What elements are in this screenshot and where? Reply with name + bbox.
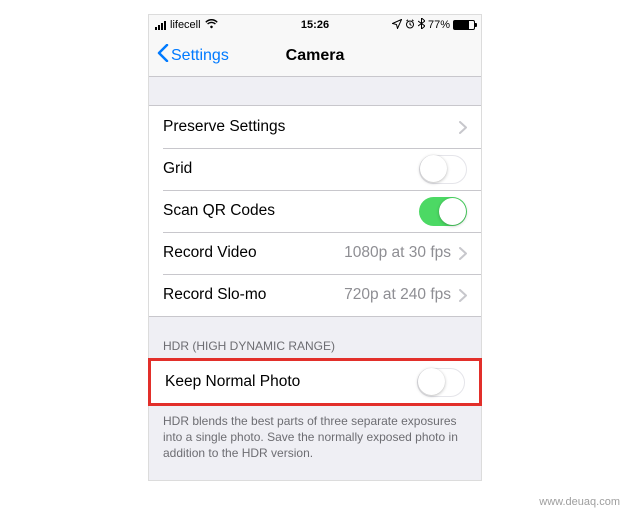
row-label: Keep Normal Photo (165, 373, 300, 391)
nav-bar: Settings Camera (149, 35, 481, 77)
chevron-right-icon (459, 247, 467, 260)
row-label: Preserve Settings (163, 118, 285, 136)
chevron-right-icon (459, 121, 467, 134)
row-keep-normal-photo: Keep Normal Photo (151, 361, 479, 403)
wifi-icon (205, 19, 218, 32)
battery-icon (453, 20, 475, 30)
back-button[interactable]: Settings (157, 44, 229, 67)
row-preserve-settings[interactable]: Preserve Settings (149, 106, 481, 148)
row-value: 1080p at 30 fps (344, 244, 451, 262)
row-label: Record Video (163, 244, 257, 262)
row-label: Scan QR Codes (163, 202, 275, 220)
row-record-video[interactable]: Record Video 1080p at 30 fps (149, 232, 481, 274)
settings-group-main: Preserve Settings Grid Scan QR Codes Rec… (149, 105, 481, 317)
page-title: Camera (286, 47, 345, 65)
row-value: 720p at 240 fps (344, 286, 451, 304)
keep-normal-photo-toggle[interactable] (417, 368, 465, 397)
row-label: Record Slo-mo (163, 286, 266, 304)
status-bar: lifecell 15:26 77% (149, 15, 481, 35)
alarm-icon (405, 19, 415, 32)
battery-percent: 77% (428, 19, 450, 31)
hdr-section-header: HDR (HIGH DYNAMIC RANGE) (149, 317, 481, 359)
clock: 15:26 (301, 19, 329, 31)
camera-settings-screen: lifecell 15:26 77% Settings (148, 14, 482, 481)
row-label: Grid (163, 160, 192, 178)
scan-qr-toggle[interactable] (419, 197, 467, 226)
signal-bars-icon (155, 21, 166, 30)
chevron-left-icon (157, 44, 169, 67)
back-label: Settings (171, 47, 229, 65)
watermark: www.deuaq.com (539, 496, 620, 508)
chevron-right-icon (459, 289, 467, 302)
bluetooth-icon (418, 18, 425, 32)
row-record-slomo[interactable]: Record Slo-mo 720p at 240 fps (149, 274, 481, 316)
settings-group-hdr: Keep Normal Photo (148, 358, 482, 406)
location-icon (392, 19, 402, 32)
hdr-section-footer: HDR blends the best parts of three separ… (149, 405, 481, 480)
carrier-label: lifecell (170, 19, 201, 31)
row-scan-qr: Scan QR Codes (149, 190, 481, 232)
grid-toggle[interactable] (419, 155, 467, 184)
row-grid: Grid (149, 148, 481, 190)
